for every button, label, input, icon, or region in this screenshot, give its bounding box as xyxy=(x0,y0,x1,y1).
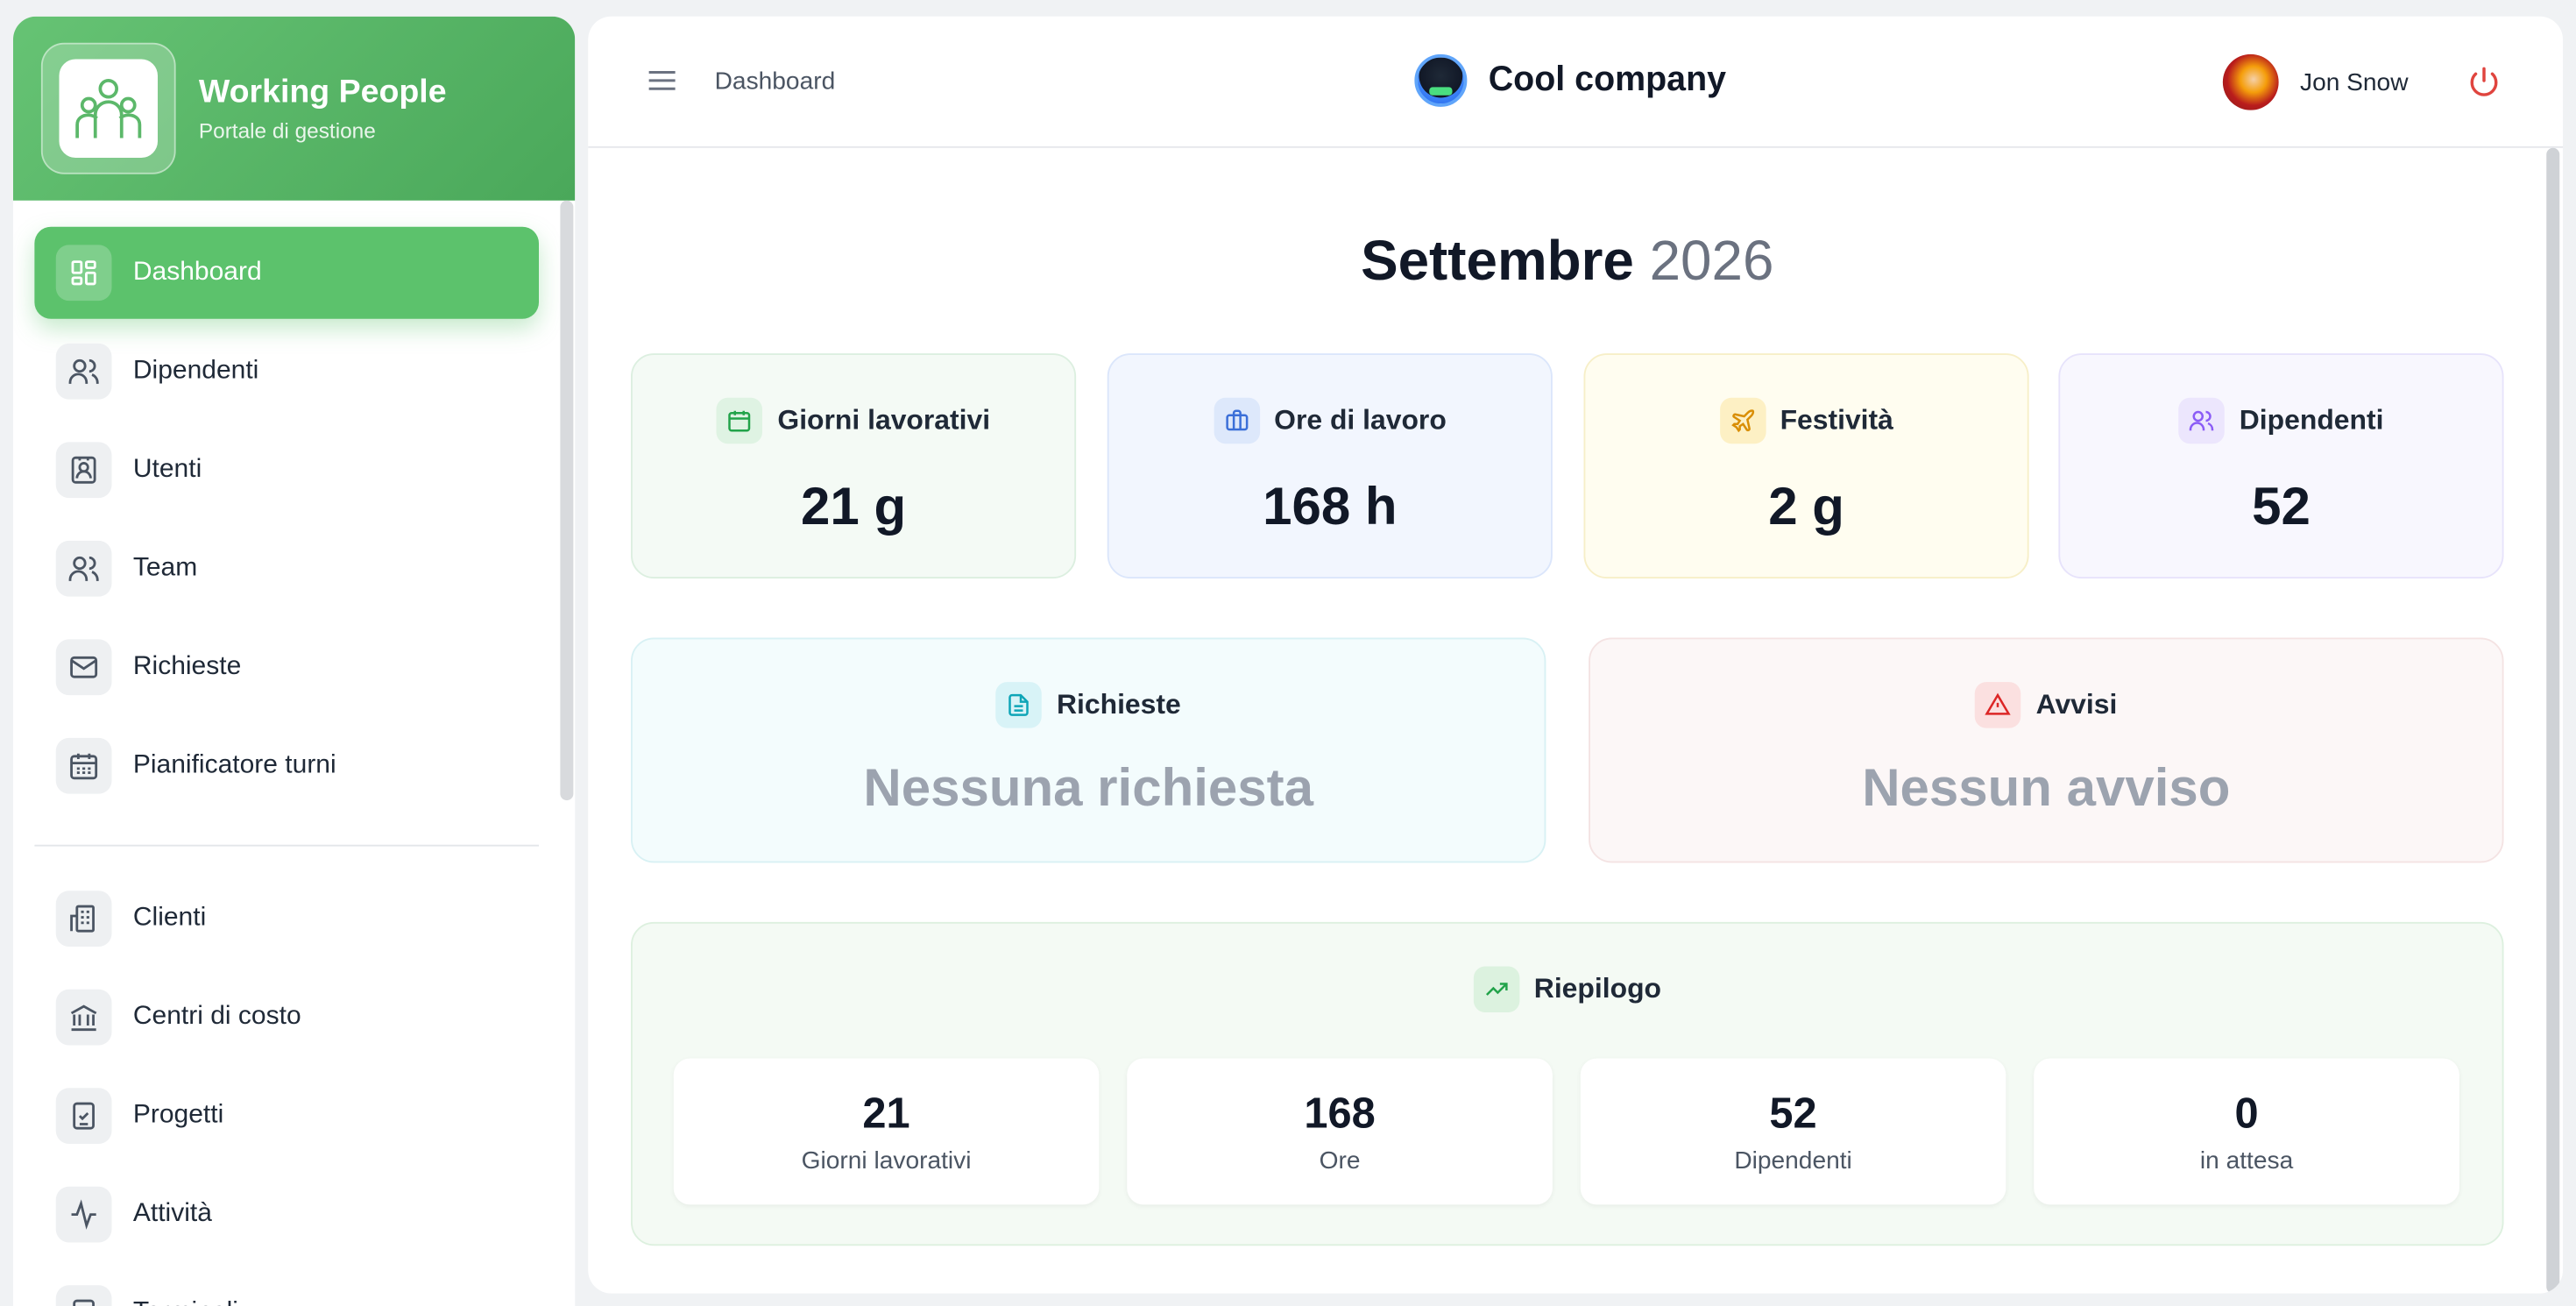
period-title: Settembre 2026 xyxy=(588,231,2546,295)
sidebar-item-clienti[interactable]: Clienti xyxy=(34,873,539,965)
sidebar-nav: Dashboard Dipendenti Utenti Team Richies… xyxy=(13,201,560,1306)
summary-card: 52 Dipendenti xyxy=(1580,1058,2006,1205)
stat-value: 168 h xyxy=(1263,476,1398,536)
sidebar-item-label: Progetti xyxy=(132,1101,224,1130)
panel-title: Richieste xyxy=(1057,688,1181,720)
top-bar: Dashboard Cool company Jon Snow xyxy=(588,17,2563,148)
summary-label: Ore xyxy=(1319,1146,1361,1175)
sidebar-scrollbar[interactable] xyxy=(560,200,574,801)
activity-icon xyxy=(55,1186,112,1243)
requests-panel: Richieste Nessuna richiesta xyxy=(631,637,1546,863)
sidebar-item-label: Utenti xyxy=(132,455,202,484)
stat-card-ore-di-lavoro: Ore di lavoro 168 h xyxy=(1107,353,1553,578)
summary-label: Dipendenti xyxy=(1734,1146,1852,1175)
brand-subtitle: Portale di gestione xyxy=(198,118,376,144)
sidebar-item-team[interactable]: Team xyxy=(34,522,539,614)
calendar-icon xyxy=(55,737,112,794)
terminal-icon xyxy=(55,1285,112,1306)
sidebar-divider xyxy=(34,844,539,847)
panel-title: Avvisi xyxy=(2035,688,2118,720)
sidebar: Working People Portale di gestione Dashb… xyxy=(13,16,576,1306)
brand-title: Working People xyxy=(198,74,447,110)
main-scrollbar[interactable] xyxy=(2546,147,2560,1294)
trending-up-icon xyxy=(1473,966,1519,1012)
sidebar-item-label: Terminali xyxy=(133,1298,238,1306)
users-icon xyxy=(2178,397,2225,444)
company-logo xyxy=(1414,53,1468,107)
period-month: Settembre xyxy=(1361,230,1634,293)
sidebar-item-progetti[interactable]: Progetti xyxy=(34,1070,539,1162)
sidebar-item-label: Dashboard xyxy=(132,258,262,287)
people-logo-icon xyxy=(75,79,142,138)
sidebar-item-label: Richieste xyxy=(132,652,242,681)
stat-label: Festività xyxy=(1780,404,1893,436)
stat-card-giorni-lavorativi: Giorni lavorativi 21 g xyxy=(631,353,1077,578)
sidebar-item-terminali[interactable]: Terminali xyxy=(34,1267,539,1306)
mail-icon xyxy=(55,639,112,696)
hamburger-icon xyxy=(648,71,676,90)
empty-state-text: Nessuna richiesta xyxy=(863,757,1313,817)
summary-section: Riepilogo 21 Giorni lavorativi 168 Ore 5… xyxy=(631,921,2504,1246)
sidebar-item-dipendenti[interactable]: Dipendenti xyxy=(34,325,539,417)
summary-value: 21 xyxy=(862,1088,910,1138)
logout-button[interactable] xyxy=(2466,64,2502,100)
team-icon xyxy=(55,540,112,597)
stat-label: Dipendenti xyxy=(2239,404,2384,436)
clipboard-check-icon xyxy=(55,1088,112,1144)
app-window: Working People Portale di gestione Dashb… xyxy=(0,0,2576,1306)
stat-card-festivita: Festività 2 g xyxy=(1583,353,2029,578)
summary-label: in attesa xyxy=(2199,1146,2294,1175)
summary-card: 168 Ore xyxy=(1127,1058,1553,1205)
stat-label: Ore di lavoro xyxy=(1274,404,1447,436)
sidebar-item-richieste[interactable]: Richieste xyxy=(34,621,539,713)
app-logo xyxy=(40,42,176,174)
document-icon xyxy=(995,682,1043,728)
breadcrumb: Dashboard xyxy=(714,67,836,96)
power-icon xyxy=(2470,67,2498,96)
alerts-panel: Avvisi Nessun avviso xyxy=(1589,637,2504,863)
stat-value: 21 g xyxy=(801,476,907,536)
brand-header: Working People Portale di gestione xyxy=(13,16,576,201)
stat-card-dipendenti: Dipendenti 52 xyxy=(2058,353,2504,578)
dashboard-icon xyxy=(55,245,112,302)
stat-value: 2 g xyxy=(1768,476,1844,536)
plane-icon xyxy=(1719,397,1766,444)
summary-card: 0 in attesa xyxy=(2034,1058,2459,1205)
sidebar-item-label: Centri di costo xyxy=(132,1002,301,1031)
sidebar-item-label: Attività xyxy=(132,1199,212,1228)
summary-card: 21 Giorni lavorativi xyxy=(673,1058,1100,1205)
sidebar-item-label: Clienti xyxy=(132,904,207,933)
period-year: 2026 xyxy=(1649,230,1774,293)
avatar xyxy=(2222,53,2279,110)
warning-icon xyxy=(1975,682,2021,728)
user-menu[interactable]: Jon Snow xyxy=(2222,53,2409,110)
contact-card-icon xyxy=(55,442,112,499)
sidebar-item-pianificatore-turni[interactable]: Pianificatore turni xyxy=(34,720,539,812)
main-content: Dashboard Cool company Jon Snow Settembr… xyxy=(588,16,2563,1294)
users-icon xyxy=(55,343,112,400)
sidebar-item-attivita[interactable]: Attività xyxy=(34,1168,539,1260)
sidebar-item-label: Dipendenti xyxy=(132,356,259,385)
sidebar-item-centri-di-costo[interactable]: Centri di costo xyxy=(34,971,539,1063)
summary-title: Riepilogo xyxy=(1533,973,1662,1004)
company-switcher[interactable]: Cool company xyxy=(1414,53,1727,107)
sidebar-item-utenti[interactable]: Utenti xyxy=(34,424,539,516)
sidebar-item-dashboard[interactable]: Dashboard xyxy=(34,226,539,319)
user-name: Jon Snow xyxy=(2300,67,2409,96)
sidebar-item-label: Team xyxy=(132,553,198,582)
menu-toggle-button[interactable] xyxy=(648,66,677,96)
company-name: Cool company xyxy=(1488,60,1727,99)
stat-value: 52 xyxy=(2252,476,2311,536)
building-icon xyxy=(55,891,112,947)
summary-value: 168 xyxy=(1304,1088,1376,1138)
summary-value: 52 xyxy=(1769,1088,1817,1138)
bank-icon xyxy=(55,989,112,1046)
briefcase-icon xyxy=(1213,397,1260,444)
calendar-icon xyxy=(717,397,763,444)
stat-label: Giorni lavorativi xyxy=(777,404,991,436)
summary-label: Giorni lavorativi xyxy=(801,1146,972,1175)
empty-state-text: Nessun avviso xyxy=(1862,757,2231,817)
sidebar-item-label: Pianificatore turni xyxy=(132,750,336,779)
summary-value: 0 xyxy=(2234,1088,2259,1138)
